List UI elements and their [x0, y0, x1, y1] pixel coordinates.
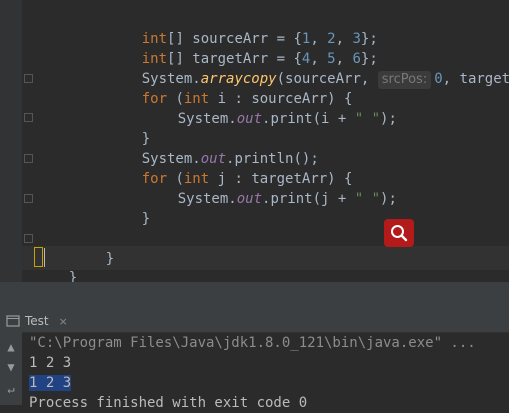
code-line-11[interactable]: }: [72, 229, 114, 267]
code-line-3[interactable]: System.arraycopy(sourceArr, srcPos: 0, ta…: [108, 49, 509, 89]
string-literal: " ": [354, 191, 381, 207]
code-text: );: [380, 191, 397, 207]
text-caret: [44, 248, 45, 267]
fold-marker[interactable]: [24, 74, 33, 83]
code-text: }: [105, 251, 115, 267]
field-name: out: [236, 111, 263, 127]
code-text: .print(i +: [262, 111, 355, 127]
tab-label: Test: [25, 314, 49, 328]
console-output-line-selected[interactable]: 1 2 3: [29, 373, 72, 393]
run-tab-test[interactable]: Test ×: [6, 310, 68, 332]
parameter-hint: srcPos:: [377, 71, 432, 89]
code-text: System.: [177, 191, 237, 207]
code-line-1[interactable]: int[] sourceArr = {1, 2, 3};: [108, 9, 378, 47]
fold-marker[interactable]: [24, 154, 33, 163]
code-line-5[interactable]: System.out.print(i + " ");: [144, 89, 397, 127]
code-editor[interactable]: int[] sourceArr = {1, 2, 3}; int[] targe…: [0, 0, 509, 282]
search-button[interactable]: [384, 219, 414, 247]
code-text: System.: [177, 111, 237, 127]
code-text: );: [380, 111, 397, 127]
console-icon: [6, 315, 20, 327]
string-literal: " ": [354, 111, 381, 127]
code-line-2[interactable]: int[] targetArr = {4, 5, 6};: [108, 29, 378, 67]
wrap-icon[interactable]: ↵: [4, 382, 18, 396]
console-output-line[interactable]: 1 2 3: [29, 353, 71, 373]
code-line-8[interactable]: for (int j : targetArr) {: [108, 149, 353, 187]
code-text: }: [141, 211, 151, 227]
code-text: }: [68, 270, 78, 282]
fold-marker[interactable]: [24, 113, 33, 122]
panel-divider[interactable]: [0, 282, 509, 310]
run-tab-bar: Test ×: [0, 310, 509, 333]
close-icon[interactable]: ×: [59, 315, 68, 328]
code-line-4[interactable]: for (int i : sourceArr) {: [108, 69, 353, 107]
code-line-12[interactable]: }: [35, 248, 77, 282]
field-name: out: [236, 191, 263, 207]
code-text: .print(j +: [262, 191, 355, 207]
console-exit-message[interactable]: Process finished with exit code 0: [29, 393, 307, 413]
search-icon: [391, 225, 408, 242]
fold-marker[interactable]: [24, 194, 33, 203]
code-line-7[interactable]: System.out.println();: [108, 129, 319, 167]
rerun-up-icon[interactable]: ▲: [4, 340, 18, 354]
console-command-line[interactable]: "C:\Program Files\Java\jdk1.8.0_121\bin\…: [29, 333, 476, 353]
number-literal: 0: [434, 71, 443, 87]
selected-text: 1 2 3: [29, 375, 72, 391]
code-line-6[interactable]: }: [108, 109, 150, 147]
run-side-toolbar: ▲ ▼ ↵: [0, 332, 22, 405]
scroll-down-icon[interactable]: ▼: [4, 360, 18, 374]
fold-marker[interactable]: [24, 234, 33, 243]
code-line-9[interactable]: System.out.print(j + " ");: [144, 169, 397, 207]
code-text: , targetA: [442, 71, 509, 87]
line-gutter: [0, 0, 22, 282]
code-line-10[interactable]: }: [108, 189, 150, 227]
run-tool-window: Test × ▲ ▼ ↵ "C:\Program Files\Java\jdk1…: [0, 310, 509, 411]
